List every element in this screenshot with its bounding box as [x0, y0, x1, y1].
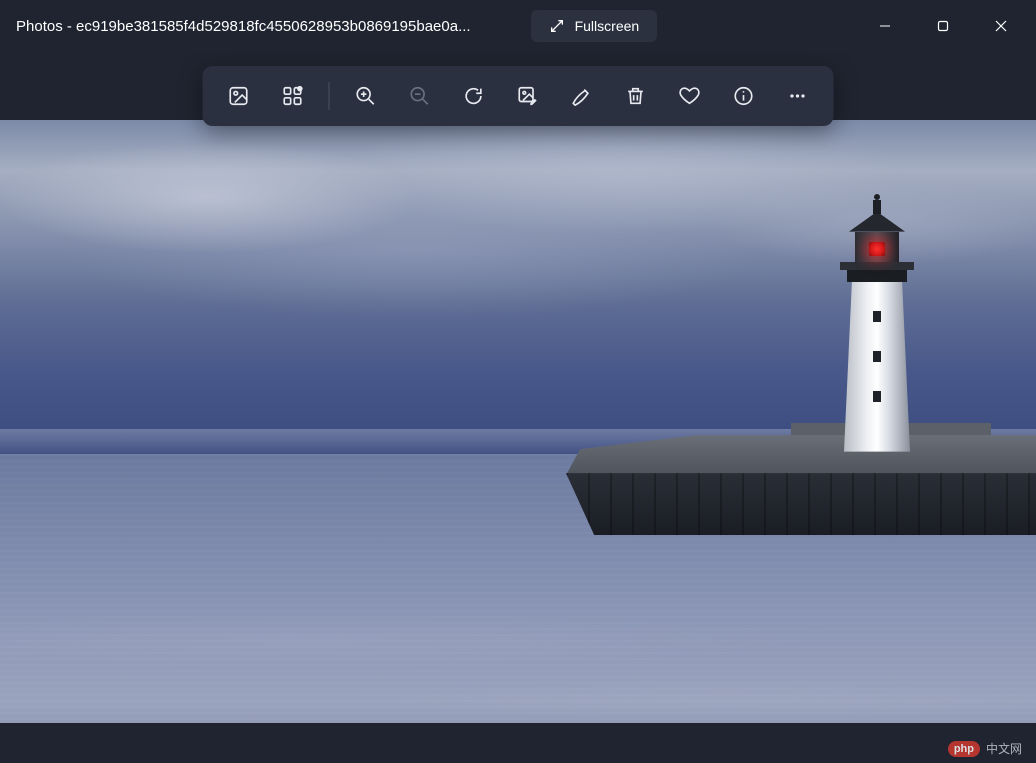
more-button[interactable] — [772, 72, 824, 120]
gallery-button[interactable] — [213, 72, 265, 120]
fullscreen-button[interactable]: Fullscreen — [531, 10, 658, 42]
rotate-button[interactable] — [448, 72, 500, 120]
zoom-out-button — [394, 72, 446, 120]
minimize-button[interactable] — [856, 5, 914, 47]
zoom-out-icon — [409, 85, 431, 107]
photo-lighthouse — [833, 204, 921, 452]
close-icon — [995, 20, 1007, 32]
draw-button[interactable] — [556, 72, 608, 120]
delete-icon — [625, 85, 647, 107]
draw-icon — [571, 85, 593, 107]
photo-pier — [566, 435, 1036, 535]
watermark-text: 中文网 — [986, 740, 1022, 757]
info-icon — [733, 85, 755, 107]
watermark: php 中文网 — [948, 740, 1022, 757]
edit-image-button[interactable] — [502, 72, 554, 120]
zoom-in-icon — [355, 85, 377, 107]
window-title: Photos - ec919be381585f4d529818fc4550628… — [16, 18, 471, 35]
toolbar-divider — [329, 82, 330, 110]
maximize-button[interactable] — [914, 5, 972, 47]
edit-image-icon — [517, 85, 539, 107]
minimize-icon — [879, 20, 891, 32]
delete-button[interactable] — [610, 72, 662, 120]
maximize-icon — [937, 20, 949, 32]
zoom-in-button[interactable] — [340, 72, 392, 120]
titlebar: Photos - ec919be381585f4d529818fc4550628… — [0, 0, 1036, 52]
info-button[interactable] — [718, 72, 770, 120]
photo-viewport[interactable] — [0, 120, 1036, 763]
favorite-button[interactable] — [664, 72, 716, 120]
favorite-icon — [679, 85, 701, 107]
window-controls — [856, 5, 1030, 47]
close-button[interactable] — [972, 5, 1030, 47]
photo-toolbar — [203, 66, 834, 126]
apps-button[interactable] — [267, 72, 319, 120]
more-icon — [787, 85, 809, 107]
content-area: php 中文网 — [0, 52, 1036, 763]
apps-icon — [282, 85, 304, 107]
fullscreen-label: Fullscreen — [575, 18, 640, 34]
rotate-icon — [463, 85, 485, 107]
fullscreen-icon — [549, 18, 565, 34]
photo-bottom-margin — [0, 723, 1036, 763]
gallery-icon — [228, 85, 250, 107]
watermark-badge: php — [948, 741, 980, 757]
